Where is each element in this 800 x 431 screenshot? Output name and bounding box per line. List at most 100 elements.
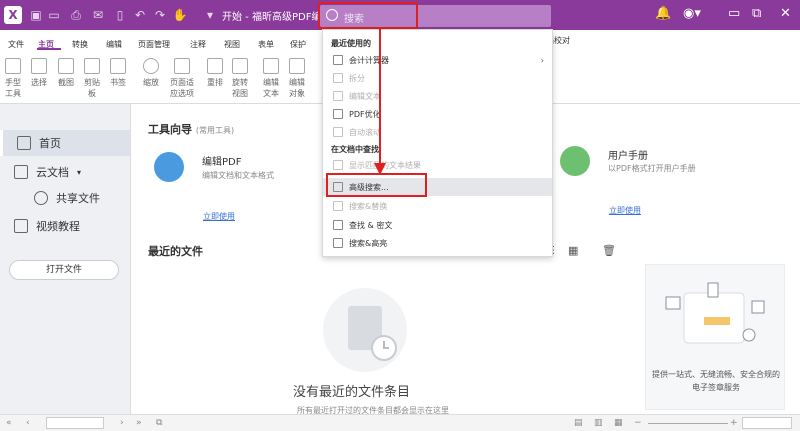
search-results-icon	[333, 160, 343, 170]
edit-pdf-use-link[interactable]: 立即使用	[203, 211, 235, 222]
ribbon-rotate[interactable]: 旋转 视图	[232, 58, 248, 99]
ribbon-edit-text[interactable]: 编辑 文本	[263, 58, 279, 99]
ribbon-edit-object[interactable]: 编辑 对象	[289, 58, 305, 99]
close-icon[interactable]: ✕	[780, 6, 791, 21]
screenshot-icon	[58, 58, 74, 74]
menu-view[interactable]: 视图	[224, 39, 240, 50]
reflow-icon	[207, 58, 223, 74]
shared-cloud-icon	[34, 191, 48, 205]
next-page-icon[interactable]: ›	[120, 418, 124, 428]
dropdown-item-calculator[interactable]: 会计计算器 ›	[323, 51, 552, 69]
redact-icon	[333, 220, 343, 230]
ribbon-reflow[interactable]: 重排	[207, 58, 223, 88]
dropdown-item-find-redact[interactable]: 查找 & 密文	[323, 216, 552, 234]
dropdown-item-split[interactable]: 拆分	[323, 69, 552, 87]
chevron-right-icon: ›	[540, 55, 544, 65]
search-dropdown: 最近使用的 会计计算器› 拆分 编辑文本 PDF优化 自动滚动 在文档中查找 显…	[322, 29, 553, 257]
edit-pdf-title: 编辑PDF	[202, 157, 242, 168]
video-icon	[14, 219, 28, 233]
edit-text-icon	[333, 91, 343, 101]
open-icon[interactable]: ▭	[46, 7, 62, 23]
menu-convert[interactable]: 转换	[72, 39, 88, 50]
select-icon	[31, 58, 47, 74]
quick-access-dropdown-icon[interactable]: ▾	[202, 7, 218, 23]
fit-page-icon	[174, 58, 190, 74]
rotate-icon	[232, 58, 248, 74]
zoom-slider[interactable]	[648, 423, 728, 424]
single-page-view-icon[interactable]: ▤	[574, 418, 583, 428]
two-page-view-icon[interactable]: ▦	[614, 418, 623, 428]
tools-section-title: 工具向导 (常用工具)	[148, 123, 235, 136]
user-manual-desc: 以PDF格式打开用户手册	[608, 164, 696, 173]
account-icon[interactable]: ◉▾	[683, 6, 701, 21]
pdf-optimize-icon	[333, 109, 343, 119]
ribbon-select[interactable]: 选择	[31, 58, 47, 88]
sidebar-item-cloud[interactable]: 云文档 ▾	[14, 164, 81, 180]
menu-edit[interactable]: 编辑	[106, 39, 122, 50]
auto-scroll-icon	[333, 127, 343, 137]
new-file-icon[interactable]: ▯	[112, 7, 128, 23]
redo-icon[interactable]: ↷	[152, 7, 168, 23]
menu-comment[interactable]: 注释	[190, 39, 206, 50]
undo-icon[interactable]: ↶	[132, 7, 148, 23]
page-number-input[interactable]	[46, 417, 104, 429]
zoom-level-input[interactable]	[742, 417, 792, 429]
dropdown-item-search-replace[interactable]: 搜索&替换	[323, 197, 552, 215]
minimize-icon[interactable]: ▭	[728, 6, 740, 21]
continuous-view-icon[interactable]: ▥	[594, 418, 603, 428]
highlight-icon	[333, 238, 343, 248]
title-bar: X ▣ ▭ ⎙ ✉ ▯ ↶ ↷ ✋ ▾ 开始 - 福昕高级PDF编辑器 搜索 🔔…	[0, 0, 800, 30]
sidebar-item-video[interactable]: 视频教程	[14, 218, 80, 234]
empty-recent-title: 没有最近的文件条目	[293, 385, 411, 400]
user-manual-title: 用户手册	[608, 151, 648, 162]
dropdown-recent-header: 最近使用的	[331, 39, 371, 48]
dropdown-item-pdf-optimize[interactable]: PDF优化	[323, 105, 552, 123]
sidebar-item-home[interactable]: 首页	[0, 130, 130, 156]
recent-files-title: 最近的文件	[148, 245, 203, 258]
menu-protect[interactable]: 保护	[290, 39, 306, 50]
menu-page-manage[interactable]: 页面管理	[138, 39, 170, 50]
ribbon-zoom[interactable]: 缩放	[143, 58, 159, 88]
last-page-icon[interactable]: »	[136, 418, 142, 428]
user-manual-use-link[interactable]: 立即使用	[609, 205, 641, 216]
ribbon-hand-tool[interactable]: 手型 工具	[5, 58, 21, 99]
first-page-icon[interactable]: «	[6, 418, 12, 428]
trash-icon[interactable]: 🗑	[602, 244, 616, 257]
sidebar-item-shared[interactable]: 共享文件	[34, 190, 100, 206]
ribbon-clipboard[interactable]: 剪贴 板	[84, 58, 100, 99]
dropdown-item-auto-scroll[interactable]: 自动滚动	[323, 123, 552, 141]
e-sign-illustration	[665, 282, 765, 344]
foxit-logo-icon: X	[4, 6, 22, 24]
email-icon[interactable]: ✉	[90, 7, 106, 23]
clipboard-icon	[84, 58, 100, 74]
grid-view-icon[interactable]: ▦	[568, 244, 578, 257]
ribbon-screenshot[interactable]: 截图	[58, 58, 74, 88]
save-icon[interactable]: ▣	[28, 7, 44, 23]
annotation-arrow	[374, 29, 386, 175]
menu-form[interactable]: 表单	[258, 39, 274, 50]
bell-icon[interactable]: 🔔	[655, 6, 671, 21]
home-icon	[17, 136, 31, 150]
dropdown-item-show-matches[interactable]: 显示匹配的文本结果	[323, 156, 552, 174]
zoom-in-icon[interactable]: +	[730, 418, 738, 428]
empty-state-illustration	[323, 288, 407, 372]
hand-tool-icon[interactable]: ✋	[172, 7, 188, 23]
dropdown-item-edit-text[interactable]: 编辑文本	[323, 87, 552, 105]
dropdown-item-search-highlight[interactable]: 搜索&高亮	[323, 234, 552, 252]
open-file-button[interactable]: 打开文件	[9, 260, 119, 280]
prev-page-icon[interactable]: ‹	[26, 418, 30, 428]
maximize-icon[interactable]: ⧉	[752, 6, 761, 21]
ribbon-bookmark[interactable]: 书签	[110, 58, 126, 88]
chevron-down-icon: ▾	[77, 167, 82, 177]
calculator-icon	[333, 55, 343, 65]
ribbon-fit-page[interactable]: 页面适 应选项	[170, 58, 194, 99]
print-icon[interactable]: ⎙	[68, 7, 84, 23]
edit-pdf-desc: 编辑文档和文本格式	[202, 171, 274, 180]
menu-file[interactable]: 文件	[8, 39, 24, 50]
hand-icon	[5, 58, 21, 74]
user-manual-icon[interactable]	[560, 146, 590, 176]
edit-text-icon	[263, 58, 279, 74]
zoom-out-icon[interactable]: −	[634, 418, 642, 428]
copy-page-icon[interactable]: ⧉	[156, 418, 162, 428]
edit-pdf-icon[interactable]	[154, 152, 184, 182]
